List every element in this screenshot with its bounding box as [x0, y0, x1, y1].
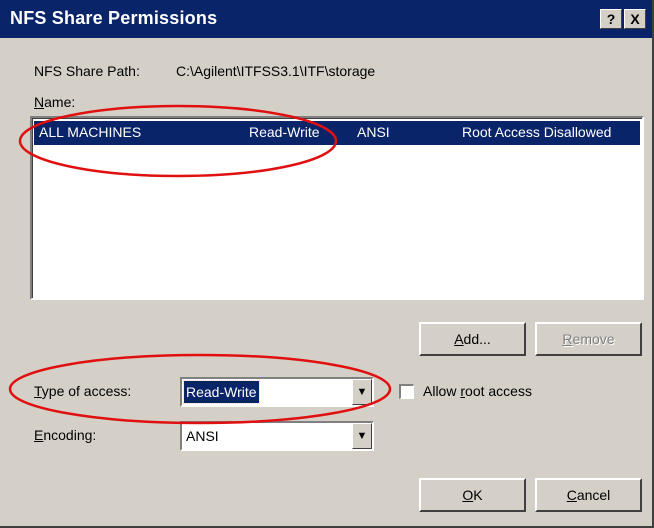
chevron-down-icon[interactable]: ▼ — [352, 423, 372, 449]
allow-root-label[interactable]: Allow root access — [423, 383, 532, 399]
type-of-access-value: Read-Write — [183, 380, 260, 404]
remove-button[interactable]: Remove — [535, 322, 642, 356]
dialog: NFS Share Permissions ? X NFS Share Path… — [0, 0, 654, 528]
allow-root-checkbox[interactable] — [399, 384, 414, 399]
ok-button[interactable]: OK — [419, 478, 526, 512]
type-of-access-select[interactable]: Read-Write ▼ — [180, 377, 374, 407]
row-access: Read-Write — [249, 124, 320, 140]
close-icon: X — [630, 11, 640, 27]
close-button[interactable]: X — [624, 9, 646, 29]
share-path-value: C:\Agilent\ITFSS3.1\ITF\storage — [176, 63, 376, 79]
help-icon: ? — [606, 11, 616, 27]
cancel-button[interactable]: Cancel — [535, 478, 642, 512]
window-title: NFS Share Permissions — [10, 8, 218, 28]
row-root: Root Access Disallowed — [462, 124, 612, 140]
row-encoding: ANSI — [357, 124, 390, 140]
encoding-label: Encoding: — [34, 427, 97, 443]
name-label: Name: — [34, 94, 76, 110]
name-listbox[interactable]: ALL MACHINES Read-Write ANSI Root Access… — [30, 116, 644, 300]
encoding-select[interactable]: ANSI ▼ — [180, 421, 374, 451]
share-path-label: NFS Share Path: — [34, 63, 140, 79]
list-item[interactable]: ALL MACHINES Read-Write ANSI Root Access… — [34, 121, 640, 145]
add-button[interactable]: Add... — [419, 322, 526, 356]
chevron-down-icon[interactable]: ▼ — [352, 379, 372, 405]
row-machine: ALL MACHINES — [39, 124, 142, 140]
title-bar[interactable]: NFS Share Permissions ? X — [0, 0, 652, 38]
type-of-access-label: Type of access: — [34, 383, 132, 399]
help-button[interactable]: ? — [600, 9, 622, 29]
encoding-value: ANSI — [186, 428, 219, 444]
